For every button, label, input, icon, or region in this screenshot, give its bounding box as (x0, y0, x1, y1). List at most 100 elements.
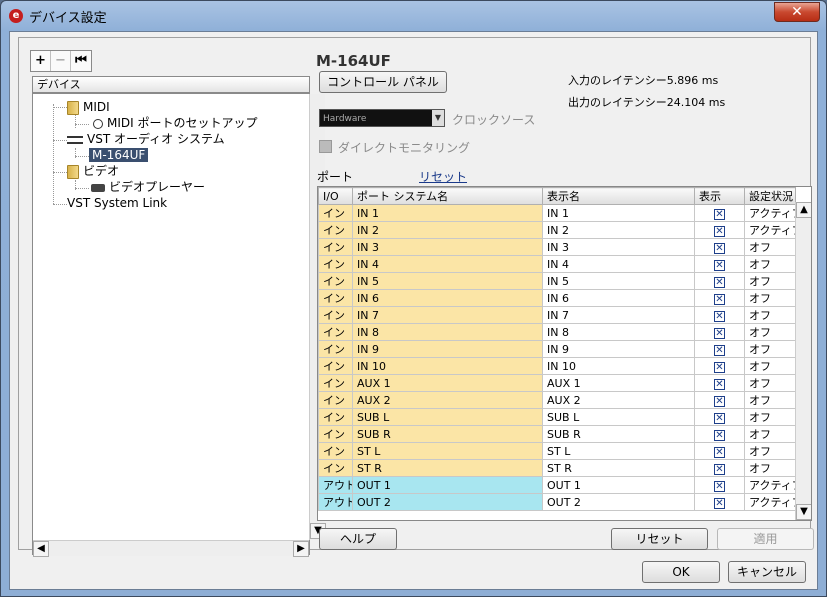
table-row[interactable]: イン ST R ST R ✕ オフ (318, 459, 796, 477)
show-checkbox[interactable]: ✕ (714, 378, 725, 390)
scroll-right-icon[interactable]: ▶ (293, 541, 309, 557)
tree-item-midi-port-setup[interactable]: MIDI ポートのセットアップ (93, 115, 258, 131)
table-row[interactable]: イン ST L ST L ✕ オフ (318, 442, 796, 460)
scroll-left-icon[interactable]: ◀ (33, 541, 49, 557)
cell-display-name[interactable]: IN 9 (542, 340, 695, 358)
scroll-down-icon[interactable]: ▼ (796, 504, 811, 520)
cell-display-name[interactable]: OUT 2 (542, 493, 695, 511)
cell-display-name[interactable]: ST L (542, 442, 695, 460)
cell-display-name[interactable]: SUB L (542, 408, 695, 426)
show-checkbox[interactable]: ✕ (714, 242, 725, 254)
table-row[interactable]: イン IN 3 IN 3 ✕ オフ (318, 238, 796, 256)
port-reset-link[interactable]: リセット (419, 168, 467, 185)
show-checkbox[interactable]: ✕ (714, 463, 725, 475)
show-checkbox[interactable]: ✕ (714, 480, 725, 492)
tree-item-video-player[interactable]: ビデオプレーヤー (91, 179, 205, 195)
show-checkbox[interactable]: ✕ (714, 344, 725, 356)
cell-show: ✕ (694, 442, 745, 460)
add-device-button[interactable]: + (31, 51, 51, 71)
show-checkbox[interactable]: ✕ (714, 497, 725, 509)
table-row[interactable]: イン IN 10 IN 10 ✕ オフ (318, 357, 796, 375)
show-checkbox[interactable]: ✕ (714, 208, 725, 220)
reset-device-button[interactable]: ⏮ (71, 51, 91, 71)
scroll-up-icon[interactable]: ▲ (796, 202, 811, 218)
show-checkbox[interactable]: ✕ (714, 293, 725, 305)
show-checkbox[interactable]: ✕ (714, 412, 725, 424)
cell-display-name[interactable]: IN 6 (542, 289, 695, 307)
cell-io: アウト (318, 476, 353, 494)
show-checkbox[interactable]: ✕ (714, 361, 725, 373)
show-checkbox[interactable]: ✕ (714, 395, 725, 407)
dialog-body: + − ⏮ デバイス MIDI MIDI ポートのセットアップ VST オーディ… (9, 31, 818, 590)
table-row[interactable]: イン IN 4 IN 4 ✕ オフ (318, 255, 796, 273)
show-checkbox[interactable]: ✕ (714, 225, 725, 237)
tree-item-label: VST オーディオ システム (87, 132, 225, 146)
cell-display-name[interactable]: OUT 1 (542, 476, 695, 494)
table-row[interactable]: イン SUB R SUB R ✕ オフ (318, 425, 796, 443)
clock-source-select[interactable]: Hardware ▼ (319, 109, 445, 127)
table-row[interactable]: アウトOUT 2OUT 2✕アクティブ (318, 493, 796, 511)
table-row[interactable]: イン IN 8 IN 8 ✕ オフ (318, 323, 796, 341)
window-title: デバイス設定 (29, 11, 107, 26)
cell-display-name[interactable]: IN 10 (542, 357, 695, 375)
direct-monitoring-label: ダイレクトモニタリング (338, 141, 471, 155)
port-table-scrollbar[interactable]: ▲ ▼ (795, 202, 811, 520)
cell-display-name[interactable]: AUX 2 (542, 391, 695, 409)
show-checkbox[interactable]: ✕ (714, 310, 725, 322)
tree-item-m164uf[interactable]: M-164UF (89, 147, 149, 163)
column-header-port-system-name[interactable]: ポート システム名 (352, 187, 543, 205)
cell-display-name[interactable]: IN 4 (542, 255, 695, 273)
remove-device-button[interactable]: − (51, 51, 71, 71)
tree-item-video[interactable]: ビデオ (67, 163, 119, 179)
column-header-display-name[interactable]: 表示名 (542, 187, 695, 205)
tree-horizontal-scrollbar[interactable]: ◀ ▶ (33, 540, 309, 557)
cell-show: ✕ (694, 493, 745, 511)
title-bar[interactable]: e デバイス設定 ✕ (1, 1, 826, 31)
cell-display-name[interactable]: IN 3 (542, 238, 695, 256)
table-row[interactable]: インIN 1IN 1✕アクティブ (318, 204, 796, 222)
tree-item-vst-system-link[interactable]: VST System Link (67, 195, 167, 211)
table-row[interactable]: イン IN 5 IN 5 ✕ オフ (318, 272, 796, 290)
cell-io: イン (318, 391, 353, 409)
table-row[interactable]: イン IN 9 IN 9 ✕ オフ (318, 340, 796, 358)
table-row[interactable]: アウトOUT 1OUT 1✕アクティブ (318, 476, 796, 494)
column-header-show[interactable]: 表示 (694, 187, 745, 205)
cell-status: アクティブ (744, 493, 796, 511)
cell-display-name[interactable]: SUB R (542, 425, 695, 443)
show-checkbox[interactable]: ✕ (714, 327, 725, 339)
show-checkbox[interactable]: ✕ (714, 429, 725, 441)
table-row[interactable]: イン SUB L SUB L ✕ オフ (318, 408, 796, 426)
table-row[interactable]: イン AUX 1 AUX 1 ✕ オフ (318, 374, 796, 392)
show-checkbox[interactable]: ✕ (714, 446, 725, 458)
control-panel-button[interactable]: コントロール パネル (319, 71, 447, 93)
table-row[interactable]: イン IN 7 IN 7 ✕ オフ (318, 306, 796, 324)
table-row[interactable]: イン AUX 2 AUX 2 ✕ オフ (318, 391, 796, 409)
cell-display-name[interactable]: IN 2 (542, 221, 695, 239)
column-header-io[interactable]: I/O (318, 187, 353, 205)
cell-io: イン (318, 289, 353, 307)
cell-display-name[interactable]: IN 5 (542, 272, 695, 290)
cell-status: アクティブ (744, 204, 796, 222)
tree-item-midi[interactable]: MIDI (67, 99, 110, 115)
table-row[interactable]: インIN 2IN 2✕アクティブ (318, 221, 796, 239)
cell-display-name[interactable]: ST R (542, 459, 695, 477)
cell-port-system-name: IN 4 (352, 255, 543, 273)
tree-item-vst-audio-system[interactable]: VST オーディオ システム (67, 131, 225, 147)
help-button[interactable]: ヘルプ (319, 528, 397, 550)
cell-display-name[interactable]: IN 7 (542, 306, 695, 324)
cell-io: イン (318, 323, 353, 341)
direct-monitoring-checkbox[interactable] (319, 140, 332, 153)
cell-port-system-name: OUT 1 (352, 476, 543, 494)
cell-display-name[interactable]: IN 1 (542, 204, 695, 222)
show-checkbox[interactable]: ✕ (714, 259, 725, 271)
cancel-button[interactable]: キャンセル (728, 561, 806, 583)
cell-display-name[interactable]: IN 8 (542, 323, 695, 341)
reset-button[interactable]: リセット (611, 528, 708, 550)
cell-display-name[interactable]: AUX 1 (542, 374, 695, 392)
show-checkbox[interactable]: ✕ (714, 276, 725, 288)
column-header-status[interactable]: 設定状況 (744, 187, 796, 205)
ok-button[interactable]: OK (642, 561, 720, 583)
close-button[interactable]: ✕ (774, 2, 820, 22)
apply-button[interactable]: 適用 (717, 528, 814, 550)
table-row[interactable]: イン IN 6 IN 6 ✕ オフ (318, 289, 796, 307)
